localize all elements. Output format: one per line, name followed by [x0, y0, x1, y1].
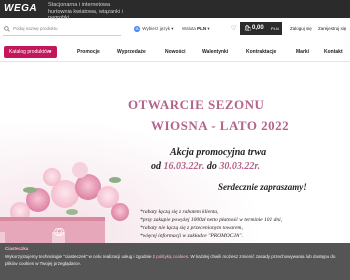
register-link[interactable]: Zarejestruj się: [318, 26, 346, 31]
categories-button-label: Katalog produktów: [9, 49, 51, 55]
cookie-title: Ciasteczka: [5, 246, 29, 251]
currency-value: PLN: [197, 26, 207, 31]
chevron-down-icon: ▾: [207, 26, 210, 31]
nav-item-nowosci[interactable]: Nowości: [165, 49, 186, 55]
nav-item-promocje[interactable]: Promocje: [77, 49, 100, 55]
nav-item-kontraktacje[interactable]: Kontraktacje: [246, 49, 276, 55]
search-input[interactable]: Podaj nazwę produktu: [3, 25, 121, 36]
cookie-text-before: Wykorzystujemy technologie "ciasteczek" …: [5, 254, 155, 259]
cookie-policy-link[interactable]: polityką cookies: [156, 254, 188, 259]
nav-item-marki[interactable]: Marki: [296, 49, 309, 55]
bag-icon: 🛍: [244, 26, 252, 32]
chevron-down-icon: ▾: [49, 49, 52, 55]
language-label: Wybierz język: [142, 26, 170, 32]
search-placeholder: Podaj nazwę produktu: [13, 26, 58, 31]
logo[interactable]: WEGA: [4, 3, 37, 14]
nav-item-walentynki[interactable]: Walentynki: [202, 49, 228, 55]
nav-item-wyprzedaze[interactable]: Wyprzedaże: [117, 49, 146, 55]
cookie-text: Wykorzystujemy technologie "ciasteczek" …: [5, 254, 345, 267]
banner-title-line1: OTWARCIE SEZONU: [128, 97, 265, 112]
login-link[interactable]: Zaloguj się: [290, 26, 312, 31]
cart-button[interactable]: 🛍 0,00 PLN: [240, 22, 282, 35]
promo-date-from: 16.03.22r.: [163, 161, 205, 172]
promo-notes: *rabaty łączą się z rabatem klienta, *pr…: [140, 208, 282, 240]
cart-currency: PLN: [271, 26, 279, 31]
promo-dates: od 16.03.22r. do 30.03.22r.: [151, 161, 260, 172]
categories-button[interactable]: Katalog produktów ▾: [4, 46, 57, 58]
promo-date-to: 30.03.22r.: [219, 161, 261, 172]
promo-to-label: do: [206, 161, 217, 172]
cookie-bar: Ciasteczka Wykorzystujemy technologie "c…: [0, 243, 350, 280]
heart-icon[interactable]: ♡: [231, 25, 236, 32]
tagline: Stacjonarna i internetowa hurtownia kwia…: [48, 2, 123, 21]
welcome-text: Serdecznie zapraszamy!: [218, 182, 307, 192]
google-translate-icon: G: [134, 26, 140, 32]
top-bar: WEGA Stacjonarna i internetowa hurtownia…: [0, 0, 350, 21]
promo-note: *przy zakupie powyżej 1000zł netto płatn…: [140, 217, 283, 223]
promo-banner[interactable]: OTWARCIE SEZONU WIOSNA - LATO 2022 Akcja…: [0, 62, 350, 252]
cart-amount: 0,00: [252, 25, 264, 31]
language-select[interactable]: G Wybierz język ▾: [134, 26, 174, 32]
promo-note: *rabaty łączą się z rabatem klienta,: [140, 209, 219, 215]
banner-title-line2: WIOSNA - LATO 2022: [151, 118, 290, 133]
currency-select[interactable]: Waluta PLN ▾: [182, 26, 210, 32]
promo-line1: Akcja promocyjna trwa: [170, 147, 267, 158]
promo-note: *rabaty nie łączą się z przecenionym tow…: [140, 225, 243, 231]
main-nav: Katalog produktów ▾ Promocje Wyprzedaże …: [0, 44, 350, 62]
currency-label: Waluta: [182, 26, 196, 31]
search-icon: [4, 26, 10, 32]
promo-from-label: od: [151, 161, 161, 172]
nav-item-kontakt[interactable]: Kontakt: [324, 49, 343, 55]
chevron-down-icon: ▾: [171, 26, 174, 32]
promo-note: *więcej informacji w zakładce "PROMOCJA"…: [140, 233, 243, 239]
